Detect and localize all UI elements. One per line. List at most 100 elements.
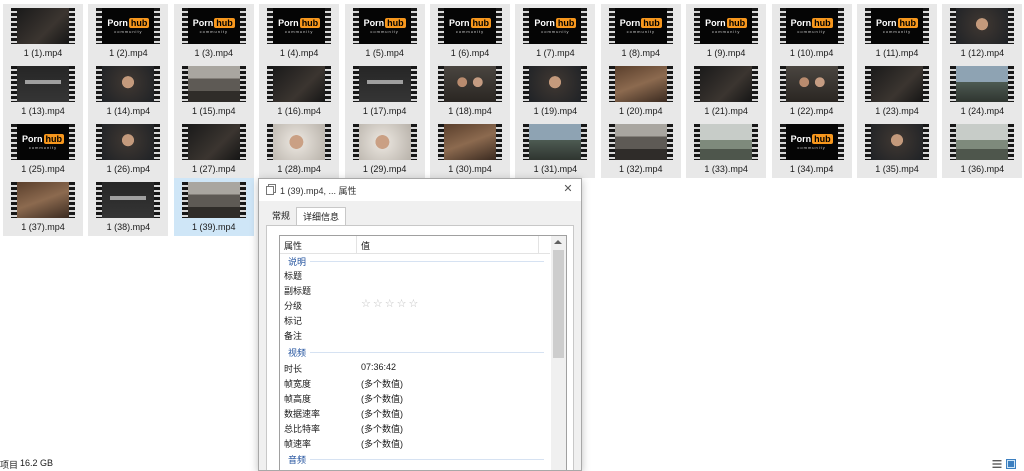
file-item[interactable]: Porn hub community 1 (7).mp4: [515, 4, 596, 62]
column-header-value[interactable]: 值: [361, 239, 370, 252]
file-item[interactable]: 1 (16).mp4: [259, 62, 340, 120]
property-name: 备注: [284, 331, 303, 341]
property-row-frame-rate[interactable]: 帧速率 (多个数值): [280, 435, 550, 450]
film-strip-icon: [923, 8, 929, 44]
file-name: 1 (23).mp4: [875, 106, 919, 116]
video-thumbnail: [11, 8, 75, 44]
file-item[interactable]: Porn hub community 1 (3).mp4: [173, 4, 254, 62]
file-item[interactable]: 1 (27).mp4: [173, 120, 254, 178]
video-thumbnail: [950, 124, 1015, 160]
file-item[interactable]: 1 (26).mp4: [88, 120, 169, 178]
column-divider[interactable]: [538, 236, 539, 253]
dialog-titlebar[interactable]: 1 (39).mp4, ... 属性 ✕: [259, 179, 581, 201]
video-frame: [187, 66, 240, 102]
video-thumbnail: [950, 8, 1015, 44]
property-row-subtitle[interactable]: 副标题: [280, 282, 550, 297]
file-item[interactable]: Porn hub community 1 (9).mp4: [686, 4, 767, 62]
file-item[interactable]: 1 (14).mp4: [88, 62, 169, 120]
film-strip-icon: [410, 124, 417, 160]
column-header-property[interactable]: 属性: [284, 239, 302, 252]
file-item[interactable]: Porn hub community 1 (4).mp4: [259, 4, 340, 62]
group-divider: [288, 261, 544, 262]
file-item[interactable]: 1 (36).mp4: [942, 120, 1023, 178]
scroll-thumb[interactable]: [553, 250, 564, 358]
file-item[interactable]: Porn hub community 1 (8).mp4: [600, 4, 681, 62]
file-item[interactable]: 1 (17).mp4: [344, 62, 425, 120]
film-strip-icon: [154, 8, 161, 44]
file-item[interactable]: Porn hub community 1 (11).mp4: [857, 4, 937, 62]
property-row-comments[interactable]: 备注: [280, 327, 550, 342]
video-frame: [700, 66, 753, 102]
film-strip-icon: [154, 66, 161, 102]
video-frame: [444, 124, 496, 160]
video-frame: [700, 124, 753, 160]
file-item[interactable]: 1 (18).mp4: [430, 62, 510, 120]
file-item[interactable]: Porn hub community 1 (10).mp4: [771, 4, 852, 62]
property-row-data-rate[interactable]: 数据速率 (多个数值): [280, 405, 550, 420]
group-divider: [288, 352, 544, 353]
file-item[interactable]: 1 (12).mp4: [942, 4, 1023, 62]
property-row-frame-height[interactable]: 帧高度 (多个数值): [280, 390, 550, 405]
title-text-graphic: [366, 80, 403, 84]
file-item[interactable]: 1 (19).mp4: [515, 62, 596, 120]
film-strip-icon: [1008, 124, 1015, 160]
video-thumbnail: Porn hub community: [608, 8, 673, 44]
file-item[interactable]: 1 (37).mp4: [3, 178, 83, 236]
video-thumbnail: [950, 66, 1015, 102]
file-item[interactable]: 1 (35).mp4: [857, 120, 937, 178]
property-row-tags[interactable]: 标记: [280, 312, 550, 327]
file-name: 1 (17).mp4: [362, 106, 407, 116]
file-item[interactable]: 1 (15).mp4: [173, 62, 254, 120]
vertical-scrollbar[interactable]: [551, 236, 566, 470]
video-thumbnail: [96, 182, 161, 218]
video-frame: [871, 66, 923, 102]
property-list[interactable]: 属性 值 说明 标题 副标题 分级 ☆☆☆☆☆ 标记 备注 视频 时长 07:3…: [279, 235, 567, 470]
close-button[interactable]: ✕: [561, 182, 575, 196]
details-panel: 属性 值 说明 标题 副标题 分级 ☆☆☆☆☆ 标记 备注 视频 时长 07:3…: [266, 225, 574, 470]
video-thumbnail: [267, 124, 332, 160]
column-divider[interactable]: [356, 236, 357, 253]
details-view-icon[interactable]: [992, 459, 1002, 469]
file-item[interactable]: 1 (29).mp4: [344, 120, 425, 178]
file-item[interactable]: 1 (38).mp4: [88, 178, 169, 236]
file-item[interactable]: 1 (31).mp4: [515, 120, 596, 178]
scroll-up-arrow-icon[interactable]: [554, 240, 562, 244]
property-row-length[interactable]: 时长 07:36:42: [280, 360, 550, 375]
file-item[interactable]: Porn hub community 1 (34).mp4: [771, 120, 852, 178]
file-name: 1 (33).mp4: [704, 164, 748, 174]
file-item[interactable]: 1 (33).mp4: [686, 120, 767, 178]
video-frame: [102, 66, 155, 102]
file-item[interactable]: 1 (28).mp4: [259, 120, 340, 178]
video-thumbnail: Porn hub community: [267, 8, 332, 44]
video-frame: [956, 8, 1009, 44]
file-item[interactable]: Porn hub community 1 (6).mp4: [430, 4, 510, 62]
rating-stars[interactable]: ☆☆☆☆☆: [361, 297, 420, 310]
tab-general[interactable]: 常规: [266, 207, 296, 225]
video-thumbnail: [865, 66, 929, 102]
brand-logo: Porn hub community: [444, 8, 496, 44]
file-item[interactable]: Porn hub community 1 (25).mp4: [3, 120, 83, 178]
file-item[interactable]: 1 (20).mp4: [600, 62, 681, 120]
file-item[interactable]: Porn hub community 1 (2).mp4: [88, 4, 169, 62]
file-item[interactable]: Porn hub community 1 (5).mp4: [344, 4, 425, 62]
file-item[interactable]: 1 (1).mp4: [3, 4, 83, 62]
large-icons-view-icon[interactable]: [1006, 459, 1016, 469]
file-name: 1 (13).mp4: [21, 106, 65, 116]
property-row-total-bitrate[interactable]: 总比特率 (多个数值): [280, 420, 550, 435]
file-item[interactable]: 1 (21).mp4: [686, 62, 767, 120]
file-item[interactable]: 1 (13).mp4: [3, 62, 83, 120]
file-item[interactable]: 1 (22).mp4: [771, 62, 852, 120]
property-name: 分级: [284, 301, 303, 311]
file-item[interactable]: 1 (30).mp4: [430, 120, 510, 178]
file-item[interactable]: 1 (32).mp4: [600, 120, 681, 178]
file-item[interactable]: 1 (23).mp4: [857, 62, 937, 120]
property-row-rating[interactable]: 分级 ☆☆☆☆☆: [280, 297, 550, 312]
video-frame: [17, 8, 69, 44]
tab-details[interactable]: 详细信息: [296, 207, 347, 227]
file-item[interactable]: 1 (24).mp4: [942, 62, 1023, 120]
property-row-frame-width[interactable]: 帧宽度 (多个数值): [280, 375, 550, 390]
video-thumbnail: [11, 182, 75, 218]
file-item[interactable]: 1 (39).mp4: [173, 178, 254, 236]
film-strip-icon: [581, 8, 588, 44]
property-row-title[interactable]: 标题: [280, 267, 550, 282]
